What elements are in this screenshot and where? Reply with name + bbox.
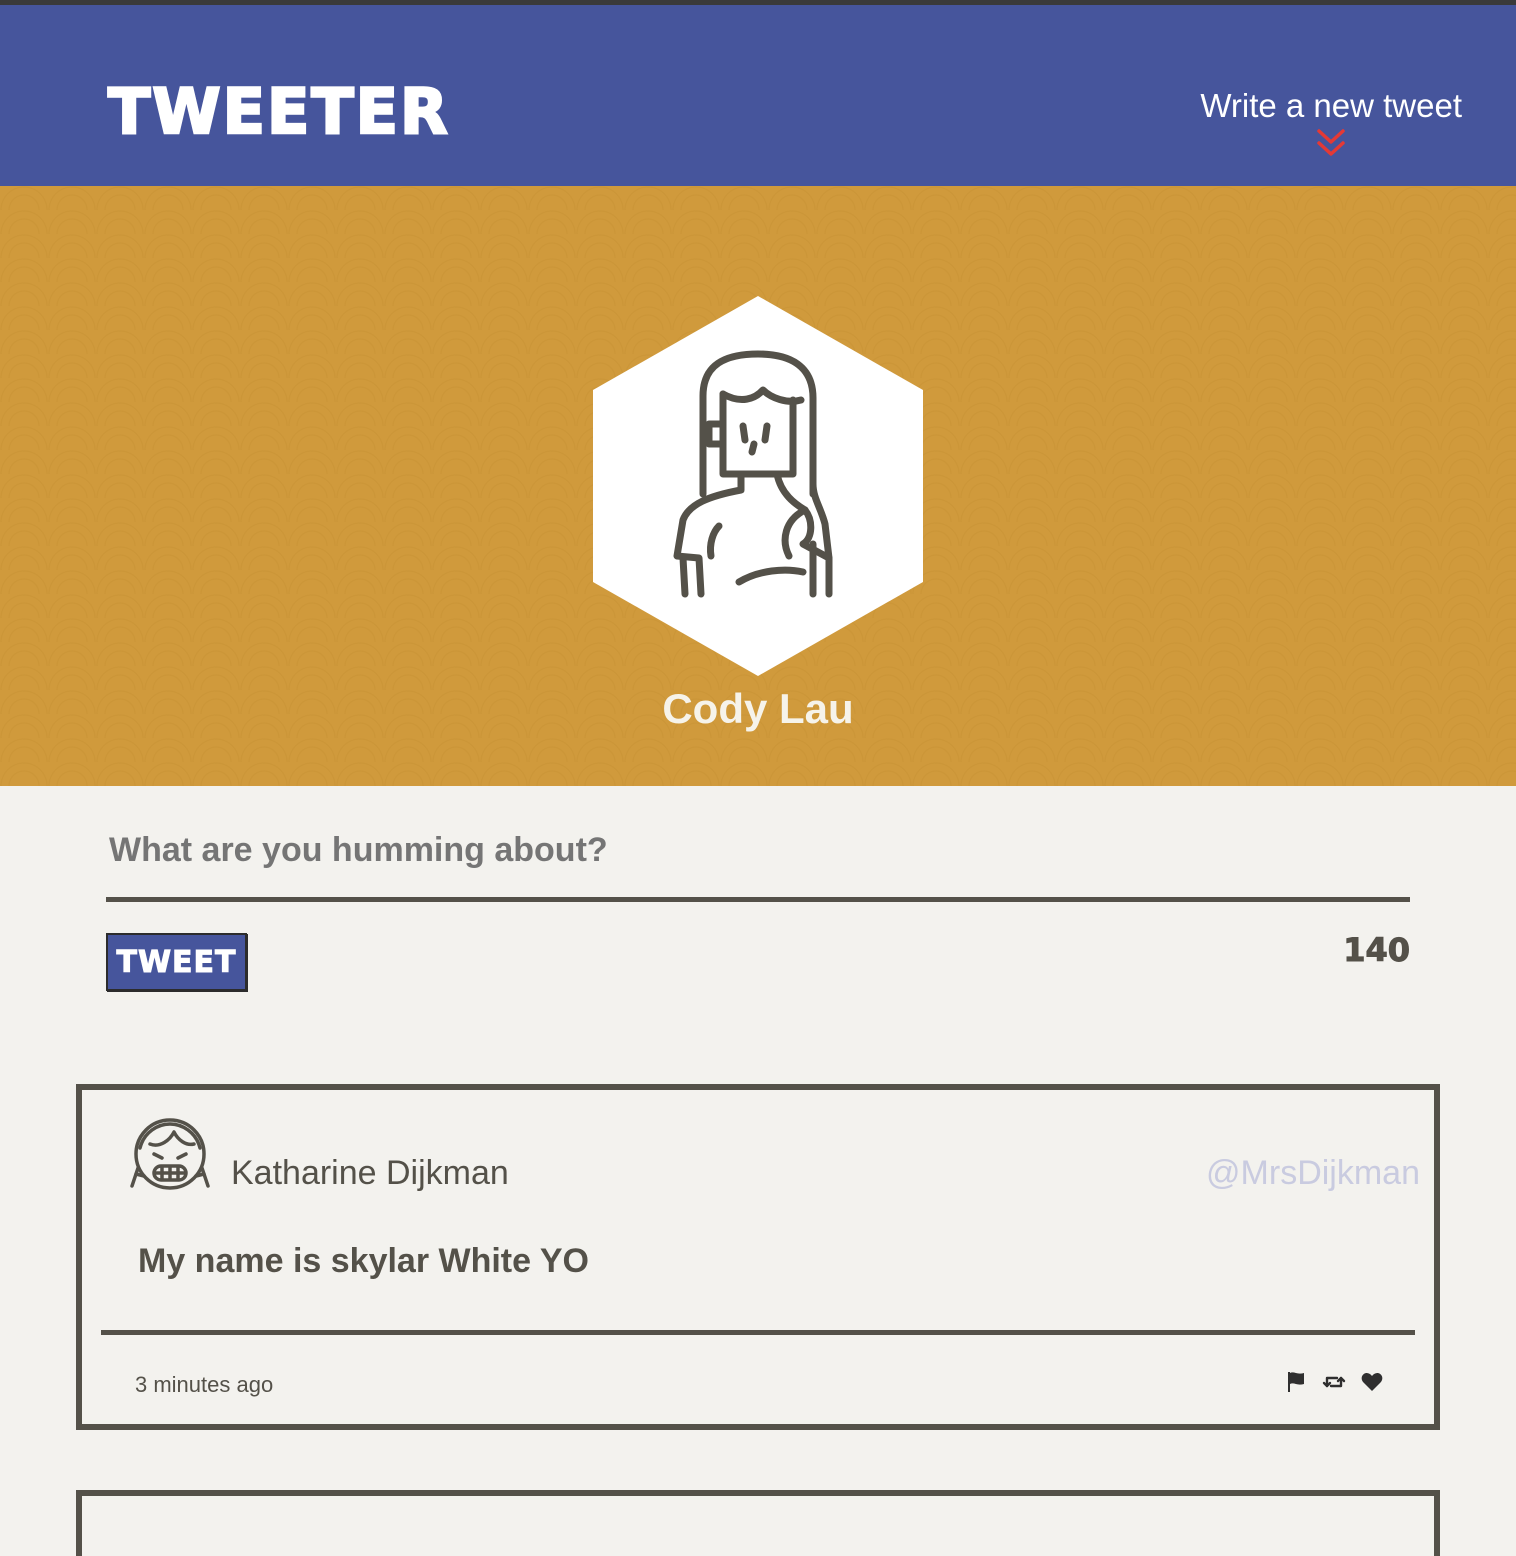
compose-toggle[interactable]: Write a new tweet (1200, 89, 1462, 158)
tweet-text: My name is skylar White YO (138, 1242, 589, 1280)
tweet-composer (106, 830, 1411, 902)
brand-logo[interactable]: TWEETER (107, 79, 450, 144)
double-chevron-down-icon[interactable] (1315, 128, 1347, 158)
hexagon-avatar-frame (593, 296, 923, 676)
profile-avatar (591, 294, 925, 678)
tweet-text-input[interactable] (106, 830, 1411, 871)
tweet-timestamp: 3 minutes ago (135, 1372, 274, 1397)
tweet-divider (101, 1330, 1415, 1335)
compose-toggle-label[interactable]: Write a new tweet (1200, 89, 1462, 122)
retweet-icon[interactable] (1322, 1370, 1346, 1394)
tweet-author-handle: @MrsDijkman (1206, 1154, 1420, 1192)
heart-icon[interactable] (1360, 1370, 1384, 1394)
composer-underline (106, 897, 1410, 902)
tweet-card-partial (76, 1490, 1440, 1556)
profile-name: Cody Lau (662, 685, 854, 732)
char-counter: 140 (1343, 931, 1411, 969)
profile-banner: Cody Lau (0, 186, 1516, 786)
tweet-actions (1284, 1370, 1384, 1394)
tweet-author-name: Katharine Dijkman (231, 1154, 509, 1192)
top-nav: TWEETER Write a new tweet (0, 5, 1516, 186)
flag-icon[interactable] (1284, 1370, 1308, 1394)
tweet-card: Katharine Dijkman @MrsDijkman My name is… (76, 1084, 1440, 1430)
tweet-submit-button[interactable]: TWEET (106, 933, 247, 991)
user-avatar-icon (130, 1118, 210, 1190)
